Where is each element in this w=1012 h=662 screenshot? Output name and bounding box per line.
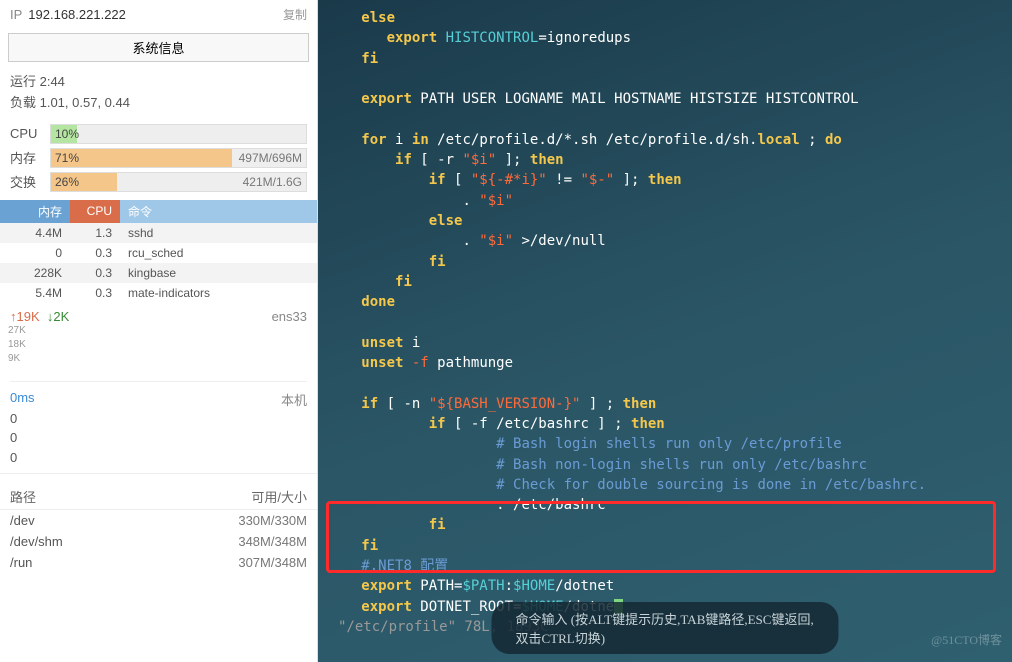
net-up: ↑19K (10, 309, 40, 324)
table-row: /run307M/348M (0, 552, 317, 573)
cpu-meter: CPU 10% (0, 122, 317, 146)
table-row: 00.3rcu_sched (0, 243, 317, 263)
table-row: 5.4M0.3mate-indicators (0, 283, 317, 303)
sidebar: IP 192.168.221.222 复制 系统信息 运行 2:44 负载 1.… (0, 0, 318, 662)
table-row: 4.4M1.3sshd (0, 223, 317, 243)
th-cmd[interactable]: 命令 (120, 200, 317, 223)
swap-meter: 交换 26% 421M/1.6G (0, 170, 317, 194)
ping-value: 0ms (10, 390, 35, 409)
terminal-pane[interactable]: else export HISTCONTROL=ignoredups fi ex… (318, 0, 1012, 662)
net-chart: 27K18K9K (10, 326, 307, 382)
net-down: ↓2K (47, 309, 69, 324)
copy-button[interactable]: 复制 (283, 6, 307, 23)
table-row: /dev330M/330M (0, 510, 317, 532)
disk-table: 路径可用/大小 /dev330M/330M /dev/shm348M/348M … (0, 484, 317, 573)
status-block: 运行 2:44 负载 1.01, 0.57, 0.44 (0, 70, 317, 122)
ip-label: IP (10, 7, 22, 22)
mem-meter: 内存 71% 497M/696M (0, 146, 317, 170)
net-interface: ens33 (272, 309, 307, 324)
net-stats: ↑19K ↓2K ens33 (0, 303, 317, 326)
th-mem[interactable]: 内存 (0, 200, 70, 223)
th-size[interactable]: 可用/大小 (143, 484, 317, 510)
process-table: 内存 CPU 命令 4.4M1.3sshd 00.3rcu_sched 228K… (0, 200, 317, 303)
th-path[interactable]: 路径 (0, 484, 143, 510)
ping-history: 0 0 0 (0, 409, 317, 475)
ip-value: 192.168.221.222 (28, 7, 283, 22)
command-input-hint[interactable]: 命令输入 (按ALT键提示历史,TAB键路径,ESC键返回,双击CTRL切换) (492, 602, 839, 654)
ping-row: 0ms 本机 (0, 386, 317, 409)
uptime-text: 运行 2:44 (10, 72, 307, 93)
code-content: else export HISTCONTROL=ignoredups fi ex… (336, 8, 994, 637)
system-info-button[interactable]: 系统信息 (8, 33, 309, 62)
table-row: /dev/shm348M/348M (0, 531, 317, 552)
th-cpu[interactable]: CPU (70, 200, 120, 223)
table-row: 228K0.3kingbase (0, 263, 317, 283)
load-text: 负载 1.01, 0.57, 0.44 (10, 93, 307, 114)
ping-host: 本机 (281, 390, 307, 409)
watermark: @51CTO博客 (931, 631, 1002, 648)
ip-row: IP 192.168.221.222 复制 (0, 0, 317, 29)
